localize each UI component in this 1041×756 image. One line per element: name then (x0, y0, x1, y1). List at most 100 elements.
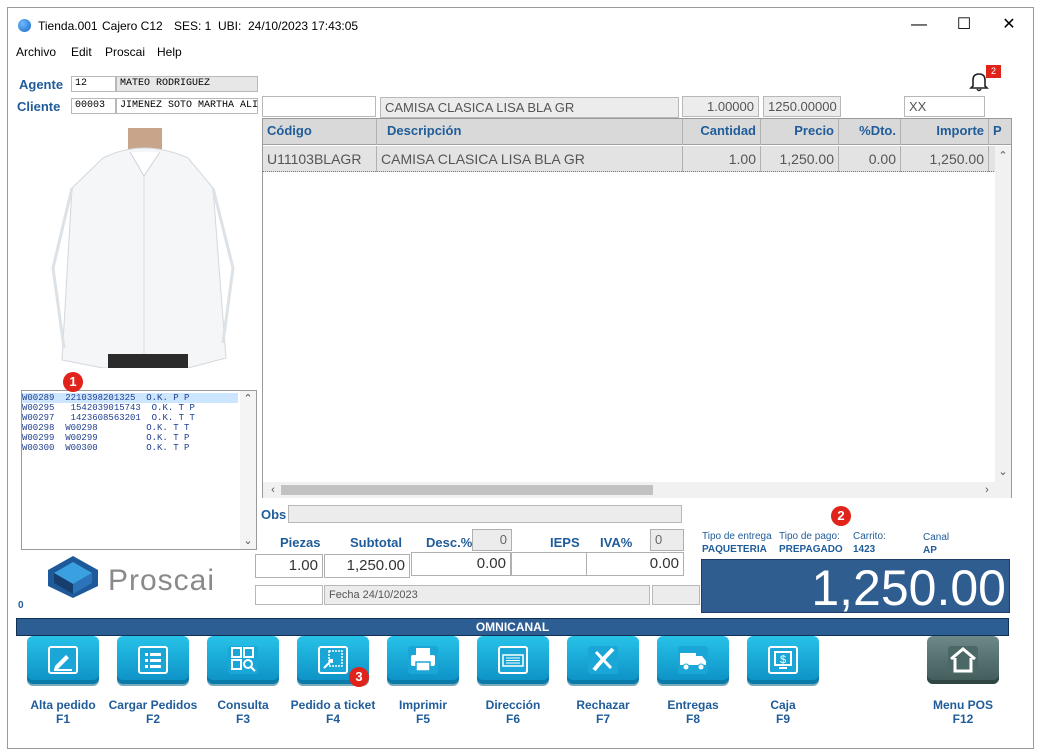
grid-horizontal-scrollbar[interactable]: ‹ › (263, 482, 1011, 498)
col-header-p[interactable]: P (989, 119, 1011, 145)
cargar-pedidos-button[interactable] (117, 636, 189, 684)
scroll-up-icon[interactable]: ⌃ (240, 391, 256, 407)
cargar-pedidos-label: Cargar Pedidos F2 (108, 698, 198, 726)
maximize-button[interactable]: ☐ (941, 12, 987, 38)
entry-quantity-field[interactable]: 1.00000 (682, 96, 759, 117)
caja-button[interactable]: $ (747, 636, 819, 684)
list-item[interactable]: W00295 1542039015743 O.K. T P (22, 403, 195, 413)
list-item[interactable]: W00300 W00300 O.K. T P (22, 443, 189, 453)
cart-value: 1423 (853, 544, 876, 555)
imprimir-label: Imprimir F5 (398, 698, 447, 726)
cell-discount: 0.00 (839, 146, 901, 172)
agent-code-field[interactable]: 12 (71, 76, 116, 92)
col-header-price[interactable]: Precio (761, 119, 839, 145)
pieces-label: Piezas (280, 535, 321, 550)
ticket-icon (318, 646, 348, 674)
product-code-input[interactable] (262, 96, 376, 117)
menu-archivo[interactable]: Archivo (16, 45, 56, 59)
menu-proscai[interactable]: Proscai (105, 45, 145, 59)
agent-name-field: MATEO RODRIGUEZ (116, 76, 258, 92)
rechazar-label: Rechazar F7 (576, 698, 630, 726)
app-window: Tienda.001 Cajero C12 SES: 1 UBI: 24/10/… (7, 7, 1034, 749)
entregas-label: Entregas F8 (667, 698, 719, 726)
search-grid-icon (228, 646, 258, 674)
subtotal-label: Subtotal (350, 535, 402, 550)
orders-list[interactable]: W00289 2210398201325 O.K. P P W00295 154… (21, 390, 257, 550)
date-suffix-field (652, 585, 700, 605)
status-counter: 0 (18, 600, 24, 611)
truck-icon (678, 646, 708, 674)
product-image (48, 128, 238, 369)
discount-value: 0.00 (411, 552, 511, 576)
menu-pos-label: Menu POS F12 (932, 698, 993, 726)
list-item[interactable]: W00297 1423608563201 O.K. T T (22, 413, 195, 423)
cell-quantity: 1.00 (683, 146, 761, 172)
list-item[interactable]: W00298 W00298 O.K. T T (22, 423, 189, 433)
entry-extra-field[interactable]: XX (904, 96, 985, 117)
app-globe-icon (18, 19, 31, 32)
pedido-a-ticket-label: Pedido a ticket F4 (290, 698, 376, 726)
scroll-right-icon[interactable]: › (979, 482, 995, 498)
grid-vertical-scrollbar[interactable]: ⌃ ⌄ (995, 146, 1011, 483)
marker-badge-1: 1 (63, 372, 83, 392)
title-datetime: 24/10/2023 17:43:05 (248, 19, 359, 33)
cell-code: U11103BLAGR (263, 146, 377, 172)
home-icon (948, 646, 978, 674)
menu-help[interactable]: Help (157, 45, 182, 59)
cell-description: CAMISA CLASICA LISA BLA GR (377, 146, 683, 172)
product-description-field: CAMISA CLASICA LISA BLA GR (380, 97, 679, 118)
menu-edit[interactable]: Edit (71, 45, 92, 59)
scroll-up-icon[interactable]: ⌃ (995, 148, 1011, 164)
entregas-button[interactable] (657, 636, 729, 684)
cart-label: Carrito: (853, 531, 886, 542)
items-grid[interactable]: Código Descripción Cantidad Precio %Dto.… (262, 118, 1012, 498)
marker-badge-2: 2 (831, 506, 851, 526)
col-header-amount[interactable]: Importe (901, 119, 989, 145)
scroll-down-icon[interactable]: ⌄ (995, 464, 1011, 480)
channel-label: Canal (923, 532, 950, 543)
list-icon (138, 646, 168, 674)
title-ubi: UBI: (218, 19, 242, 33)
client-name-field[interactable]: JIMENEZ SOTO MARTHA ALI (116, 98, 258, 114)
list-item[interactable]: W00299 W00299 O.K. T P (22, 433, 189, 443)
delivery-type-label: Tipo de entrega (702, 531, 772, 542)
ieps-value (511, 552, 587, 576)
orders-scrollbar[interactable]: ⌃ ⌄ (240, 391, 256, 549)
cash-register-icon: $ (768, 646, 798, 674)
consulta-button[interactable] (207, 636, 279, 684)
col-header-quantity[interactable]: Cantidad (683, 119, 761, 145)
proscai-logo-icon (44, 554, 102, 600)
scroll-down-icon[interactable]: ⌄ (240, 533, 256, 549)
scroll-left-icon[interactable]: ‹ (265, 482, 281, 498)
pencil-icon (48, 646, 78, 674)
menu-pos-button[interactable] (927, 636, 999, 684)
table-row[interactable]: U11103BLAGR CAMISA CLASICA LISA BLA GR 1… (263, 146, 996, 172)
ieps-label: IEPS (550, 535, 580, 550)
direccion-button[interactable] (477, 636, 549, 684)
client-code-field[interactable]: 00003 (71, 98, 116, 114)
obs-field[interactable] (288, 505, 682, 523)
cell-price: 1,250.00 (761, 146, 839, 172)
minimize-button[interactable]: — (896, 12, 942, 38)
alta-pedido-button[interactable] (27, 636, 99, 684)
close-button[interactable]: ✕ (986, 12, 1032, 38)
rechazar-button[interactable] (567, 636, 639, 684)
scroll-thumb[interactable] (281, 485, 653, 495)
subtotal-value: 1,250.00 (324, 554, 410, 578)
client-label: Cliente (17, 99, 61, 114)
payment-type-label: Tipo de pago: (779, 531, 840, 542)
entry-price-field[interactable]: 1250.00000 (763, 96, 841, 117)
imprimir-button[interactable] (387, 636, 459, 684)
proscai-logo-text: Proscai (108, 564, 216, 597)
delivery-type-value: PAQUETERIA (702, 544, 767, 555)
col-header-description[interactable]: Descripción (377, 119, 683, 145)
discount-percent-field[interactable]: 0 (472, 529, 512, 551)
iva-percent-field[interactable]: 0 (650, 529, 684, 551)
cell-amount: 1,250.00 (901, 146, 989, 172)
col-header-code[interactable]: Código (263, 119, 377, 145)
list-item[interactable]: W00289 2210398201325 O.K. P P (22, 393, 238, 403)
title-session: SES: 1 (174, 19, 212, 33)
caja-label: Caja F9 (770, 698, 796, 726)
col-header-discount[interactable]: %Dto. (839, 119, 901, 145)
title-store: Tienda.001 (38, 19, 98, 33)
